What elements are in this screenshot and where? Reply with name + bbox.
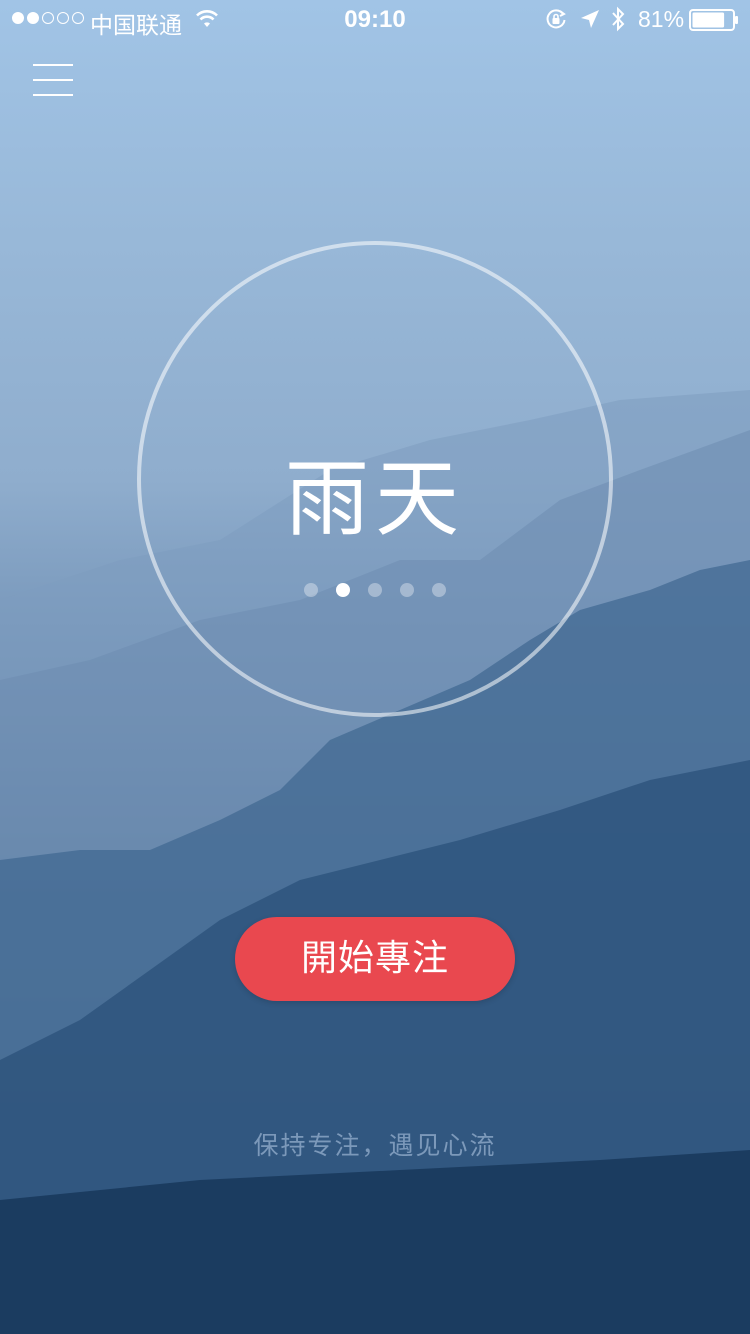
battery-icon — [689, 9, 738, 31]
rotation-lock-icon — [546, 9, 566, 29]
slogan-text: 保持专注，遇见心流 — [253, 1131, 497, 1160]
location-icon — [581, 10, 599, 28]
page-indicator[interactable] — [0, 583, 750, 597]
page-dot[interactable] — [336, 583, 350, 597]
battery-percentage: 81% — [638, 6, 685, 32]
hamburger-menu-icon[interactable] — [28, 60, 78, 100]
page-dot[interactable] — [368, 583, 382, 597]
page-dot[interactable] — [432, 583, 446, 597]
page-dot[interactable] — [304, 583, 318, 597]
status-bar: 中国联通 09:10 81% — [0, 0, 750, 40]
page-dot[interactable] — [400, 583, 414, 597]
mode-title: 雨天 — [284, 450, 465, 548]
start-focus-button[interactable]: 開始專注 — [235, 917, 515, 1001]
bluetooth-icon — [612, 6, 625, 32]
